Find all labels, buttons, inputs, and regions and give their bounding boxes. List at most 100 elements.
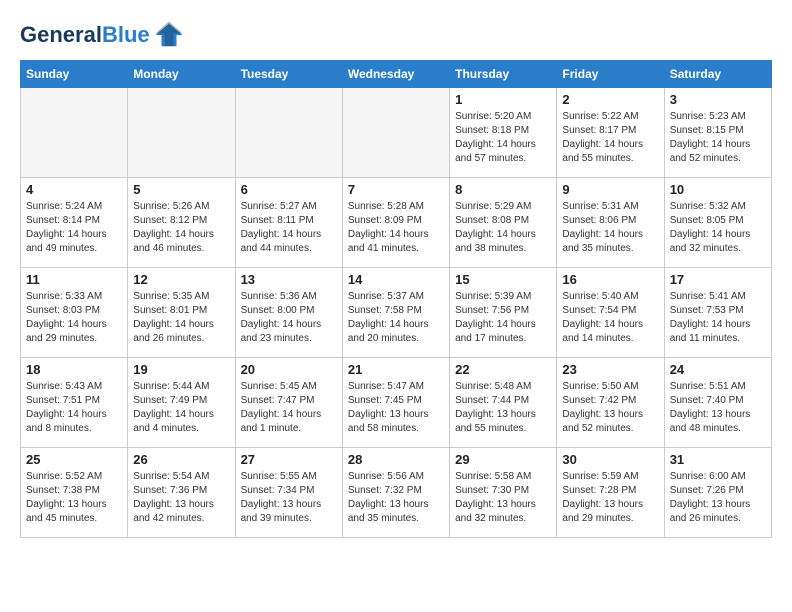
weekday-header-sunday: Sunday <box>21 61 128 88</box>
week-row-1: 1Sunrise: 5:20 AMSunset: 8:18 PMDaylight… <box>21 88 772 178</box>
day-info: Sunrise: 5:45 AMSunset: 7:47 PMDaylight:… <box>241 380 337 436</box>
weekday-header-friday: Friday <box>557 61 664 88</box>
day-info: Sunrise: 5:27 AMSunset: 8:11 PMDaylight:… <box>241 200 337 256</box>
day-number: 10 <box>670 182 766 197</box>
week-row-5: 25 Sunrise: 5:52 AMSunset: 7:38 PMDayligh… <box>21 448 772 538</box>
day-number: 7 <box>348 182 444 197</box>
day-info: Sunrise: 6:00 AMSunset: 7:26 PMDaylight:… <box>670 470 766 526</box>
day-info: Sunrise: 5:24 AMSunset: 8:14 PMDaylight:… <box>26 200 122 256</box>
day-info: Sunrise: 5:29 AMSunset: 8:08 PMDaylight:… <box>455 200 551 256</box>
day-info: Sunrise: 5:37 AMSunset: 7:58 PMDaylight:… <box>348 290 444 346</box>
day-info: Sunrise: 5:59 AMSunset: 7:28 PMDaylight:… <box>562 470 658 526</box>
day-cell: 24 Sunrise: 5:51 AMSunset: 7:40 PMDayligh… <box>664 358 771 448</box>
logo-icon <box>154 20 184 50</box>
day-number: 8 <box>455 182 551 197</box>
day-info: Sunrise: 5:50 AMSunset: 7:42 PMDaylight:… <box>562 380 658 436</box>
day-number: 28 <box>348 452 444 467</box>
day-cell: 16 Sunrise: 5:40 AMSunset: 7:54 PMDayligh… <box>557 268 664 358</box>
day-cell: 28 Sunrise: 5:56 AMSunset: 7:32 PMDayligh… <box>342 448 449 538</box>
week-row-3: 11Sunrise: 5:33 AMSunset: 8:03 PMDayligh… <box>21 268 772 358</box>
day-number: 25 <box>26 452 122 467</box>
day-number: 24 <box>670 362 766 377</box>
day-info: Sunrise: 5:56 AMSunset: 7:32 PMDaylight:… <box>348 470 444 526</box>
day-number: 30 <box>562 452 658 467</box>
day-cell: 21 Sunrise: 5:47 AMSunset: 7:45 PMDayligh… <box>342 358 449 448</box>
day-number: 11 <box>26 272 122 287</box>
day-number: 22 <box>455 362 551 377</box>
day-number: 21 <box>348 362 444 377</box>
day-cell: 9Sunrise: 5:31 AMSunset: 8:06 PMDaylight… <box>557 178 664 268</box>
day-number: 27 <box>241 452 337 467</box>
day-info: Sunrise: 5:26 AMSunset: 8:12 PMDaylight:… <box>133 200 229 256</box>
day-info: Sunrise: 5:55 AMSunset: 7:34 PMDaylight:… <box>241 470 337 526</box>
day-cell: 22 Sunrise: 5:48 AMSunset: 7:44 PMDayligh… <box>450 358 557 448</box>
day-cell: 26 Sunrise: 5:54 AMSunset: 7:36 PMDayligh… <box>128 448 235 538</box>
day-cell: 30 Sunrise: 5:59 AMSunset: 7:28 PMDayligh… <box>557 448 664 538</box>
day-cell <box>235 88 342 178</box>
day-cell: 12 Sunrise: 5:35 AMSunset: 8:01 PMDayligh… <box>128 268 235 358</box>
day-info: Sunrise: 5:40 AMSunset: 7:54 PMDaylight:… <box>562 290 658 346</box>
day-cell: 17 Sunrise: 5:41 AMSunset: 7:53 PMDayligh… <box>664 268 771 358</box>
day-info: Sunrise: 5:43 AMSunset: 7:51 PMDaylight:… <box>26 380 122 436</box>
day-cell <box>342 88 449 178</box>
day-cell <box>128 88 235 178</box>
day-cell: 20 Sunrise: 5:45 AMSunset: 7:47 PMDayligh… <box>235 358 342 448</box>
weekday-header-row: SundayMondayTuesdayWednesdayThursdayFrid… <box>21 61 772 88</box>
day-info: Sunrise: 5:51 AMSunset: 7:40 PMDaylight:… <box>670 380 766 436</box>
day-info: Sunrise: 5:28 AMSunset: 8:09 PMDaylight:… <box>348 200 444 256</box>
day-cell: 29Sunrise: 5:58 AMSunset: 7:30 PMDayligh… <box>450 448 557 538</box>
day-cell: 5 Sunrise: 5:26 AMSunset: 8:12 PMDaylight… <box>128 178 235 268</box>
day-cell: 31 Sunrise: 6:00 AMSunset: 7:26 PMDayligh… <box>664 448 771 538</box>
calendar-table: SundayMondayTuesdayWednesdayThursdayFrid… <box>20 60 772 538</box>
day-info: Sunrise: 5:23 AMSunset: 8:15 PMDaylight:… <box>670 110 766 166</box>
week-row-4: 18 Sunrise: 5:43 AMSunset: 7:51 PMDayligh… <box>21 358 772 448</box>
day-cell <box>21 88 128 178</box>
day-info: Sunrise: 5:36 AMSunset: 8:00 PMDaylight:… <box>241 290 337 346</box>
day-cell: 11Sunrise: 5:33 AMSunset: 8:03 PMDayligh… <box>21 268 128 358</box>
day-info: Sunrise: 5:47 AMSunset: 7:45 PMDaylight:… <box>348 380 444 436</box>
day-cell: 3Sunrise: 5:23 AMSunset: 8:15 PMDaylight… <box>664 88 771 178</box>
day-cell: 13 Sunrise: 5:36 AMSunset: 8:00 PMDayligh… <box>235 268 342 358</box>
week-row-2: 4 Sunrise: 5:24 AMSunset: 8:14 PMDaylight… <box>21 178 772 268</box>
day-info: Sunrise: 5:44 AMSunset: 7:49 PMDaylight:… <box>133 380 229 436</box>
day-number: 4 <box>26 182 122 197</box>
logo: GeneralBlue <box>20 20 184 50</box>
day-info: Sunrise: 5:54 AMSunset: 7:36 PMDaylight:… <box>133 470 229 526</box>
day-cell: 14 Sunrise: 5:37 AMSunset: 7:58 PMDayligh… <box>342 268 449 358</box>
day-number: 23 <box>562 362 658 377</box>
day-cell: 25 Sunrise: 5:52 AMSunset: 7:38 PMDayligh… <box>21 448 128 538</box>
day-number: 17 <box>670 272 766 287</box>
day-number: 12 <box>133 272 229 287</box>
day-info: Sunrise: 5:39 AMSunset: 7:56 PMDaylight:… <box>455 290 551 346</box>
day-number: 13 <box>241 272 337 287</box>
day-number: 29 <box>455 452 551 467</box>
day-cell: 4 Sunrise: 5:24 AMSunset: 8:14 PMDaylight… <box>21 178 128 268</box>
day-info: Sunrise: 5:35 AMSunset: 8:01 PMDaylight:… <box>133 290 229 346</box>
weekday-header-thursday: Thursday <box>450 61 557 88</box>
page-header: GeneralBlue <box>20 20 772 50</box>
day-cell: 10 Sunrise: 5:32 AMSunset: 8:05 PMDayligh… <box>664 178 771 268</box>
day-number: 2 <box>562 92 658 107</box>
day-info: Sunrise: 5:41 AMSunset: 7:53 PMDaylight:… <box>670 290 766 346</box>
day-cell: 19Sunrise: 5:44 AMSunset: 7:49 PMDayligh… <box>128 358 235 448</box>
day-number: 26 <box>133 452 229 467</box>
day-number: 20 <box>241 362 337 377</box>
weekday-header-saturday: Saturday <box>664 61 771 88</box>
day-cell: 23 Sunrise: 5:50 AMSunset: 7:42 PMDayligh… <box>557 358 664 448</box>
day-info: Sunrise: 5:48 AMSunset: 7:44 PMDaylight:… <box>455 380 551 436</box>
weekday-header-wednesday: Wednesday <box>342 61 449 88</box>
weekday-header-monday: Monday <box>128 61 235 88</box>
day-number: 14 <box>348 272 444 287</box>
day-number: 1 <box>455 92 551 107</box>
day-number: 31 <box>670 452 766 467</box>
day-info: Sunrise: 5:52 AMSunset: 7:38 PMDaylight:… <box>26 470 122 526</box>
day-cell: 27 Sunrise: 5:55 AMSunset: 7:34 PMDayligh… <box>235 448 342 538</box>
day-number: 18 <box>26 362 122 377</box>
logo-text: GeneralBlue <box>20 23 150 47</box>
day-number: 16 <box>562 272 658 287</box>
day-number: 5 <box>133 182 229 197</box>
day-cell: 2Sunrise: 5:22 AMSunset: 8:17 PMDaylight… <box>557 88 664 178</box>
day-info: Sunrise: 5:32 AMSunset: 8:05 PMDaylight:… <box>670 200 766 256</box>
day-number: 9 <box>562 182 658 197</box>
day-cell: 1Sunrise: 5:20 AMSunset: 8:18 PMDaylight… <box>450 88 557 178</box>
